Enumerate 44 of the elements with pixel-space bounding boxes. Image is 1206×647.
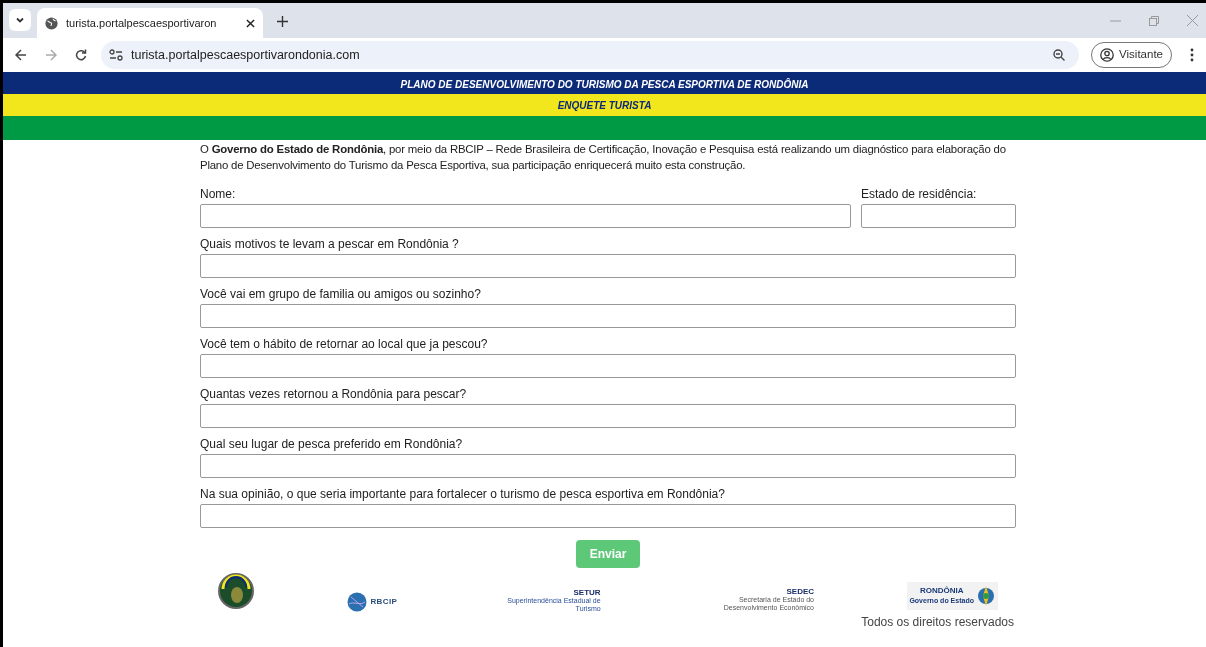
logo-text: SEDEC <box>786 587 814 596</box>
field-label: Estado de residência: <box>861 187 978 201</box>
restore-icon[interactable] <box>1149 15 1159 26</box>
input-field[interactable] <box>200 404 1016 428</box>
field-label: Qual seu lugar de pesca preferido em Rondônia? <box>200 437 464 451</box>
close-window-icon[interactable] <box>1187 15 1198 26</box>
user-icon <box>1100 48 1115 62</box>
logo-text: SETUR <box>573 588 601 597</box>
field-label: Nome: <box>200 187 237 201</box>
close-icon[interactable] <box>246 18 255 28</box>
banner-title: PLANO DE DESENVOLVIMENTO DO TURISMO DA PESCA ESPORTIVA DE RONDÔNIA <box>400 77 809 92</box>
url-text: turista.portalpescaesportivarondonia.com <box>131 46 360 64</box>
intro-paragraph: O Governo do Estado de Rondônia, por meio da RBCIP – Rede Brasileira de Certificação, Inovação e Pesquisa está realizando um diagnóstico para elaboração do Plano de Desenvolvimento do Turismo da Pesca Esportiva, sua participação enriquecerá muito esta construção. <box>200 142 1007 173</box>
minimize-icon[interactable] <box>1110 19 1121 22</box>
back-arrow-icon[interactable] <box>15 49 27 61</box>
reload-icon[interactable] <box>75 49 87 61</box>
input-field[interactable] <box>200 304 1016 328</box>
address-bar[interactable]: turista.portalpescaesportivarondonia.com <box>101 41 1080 69</box>
forward-arrow-icon[interactable] <box>45 49 57 61</box>
globe-logo-icon <box>347 591 368 612</box>
field-label: Você tem o hábito de retornar ao local que ja pescou? <box>200 337 489 351</box>
browser-tab[interactable]: turista.portalpescaesportivaron <box>37 8 263 38</box>
site-settings-icon[interactable] <box>109 49 123 61</box>
field-label: Quais motivos te levam a pescar em Rondônia ? <box>200 237 460 251</box>
input-field[interactable] <box>200 204 851 228</box>
field-label: Na sua opinião, o que seria importante para fortalecer o turismo de pesca esportiva em Rondônia? <box>200 487 726 501</box>
tab-title: turista.portalpescaesportivaron <box>66 15 218 31</box>
field-label: Quantas vezes retornou a Rondônia para pescar? <box>200 387 468 401</box>
field-label: Você vai em grupo de familia ou amigos ou sozinho? <box>200 287 482 301</box>
logo-text: RBCIP <box>370 595 398 608</box>
menu-icon[interactable] <box>1190 48 1194 62</box>
banner-subtitle: ENQUETE TURISTA <box>557 98 652 113</box>
new-tab-icon[interactable] <box>277 16 288 27</box>
input-field[interactable] <box>200 454 1016 478</box>
input-field[interactable] <box>200 354 1016 378</box>
input-field[interactable] <box>200 254 1016 278</box>
logo-text: RONDÔNIA <box>919 586 964 595</box>
input-field[interactable] <box>861 204 1016 228</box>
globe-icon <box>45 16 58 30</box>
footer-text: Todos os direitos reservados <box>861 614 1014 631</box>
tab-list-button[interactable] <box>9 9 31 31</box>
zoom-icon[interactable] <box>1053 49 1066 61</box>
chevron-down-icon <box>15 15 25 25</box>
input-field[interactable] <box>200 504 1016 528</box>
